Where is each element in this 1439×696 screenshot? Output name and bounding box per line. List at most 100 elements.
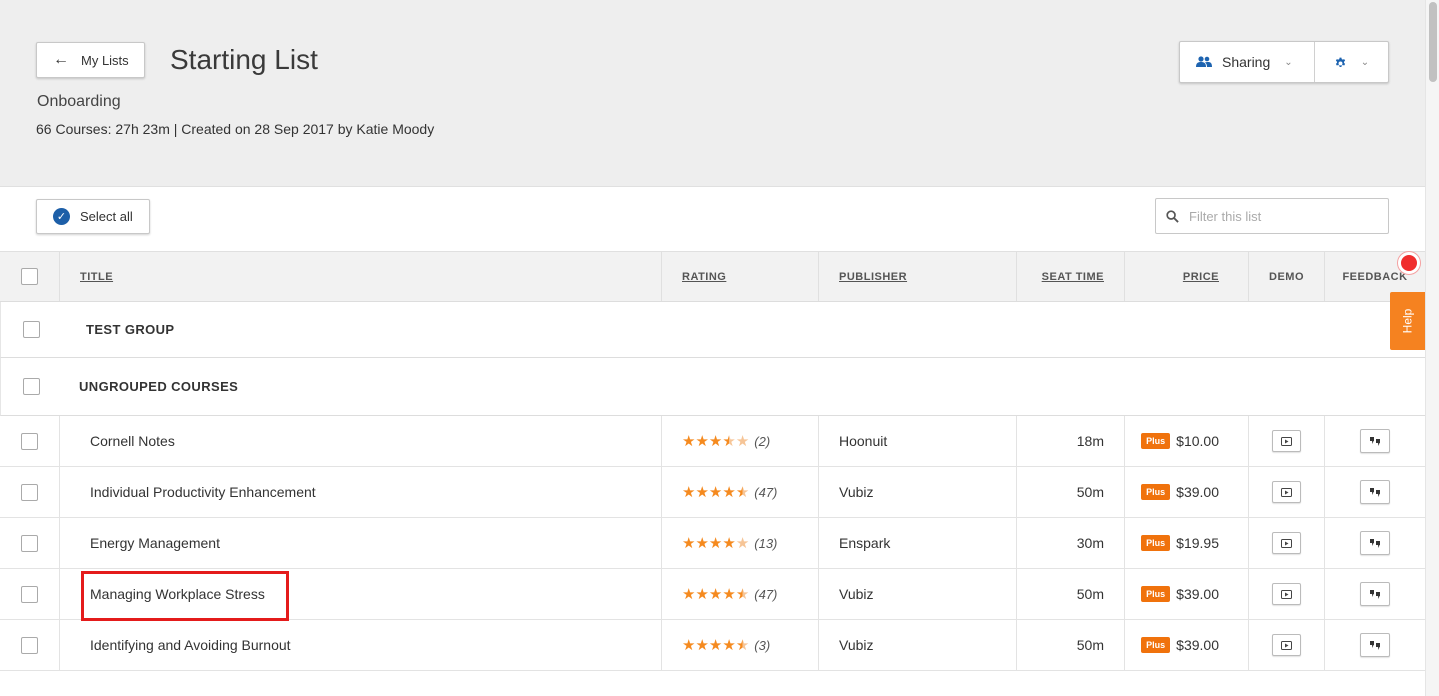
play-icon (1281, 436, 1292, 446)
star-icon: ★ (708, 484, 723, 501)
star-icon: ★ (682, 586, 696, 603)
record-indicator (1398, 252, 1420, 274)
seat-time-cell: 50m (1017, 620, 1125, 670)
star-icon: ★ (695, 535, 709, 552)
price-cell: Plus $39.00 (1125, 620, 1249, 670)
publisher-name: Hoonuit (839, 433, 888, 449)
demo-play-button[interactable] (1272, 430, 1301, 452)
column-header-price[interactable]: PRICE (1125, 252, 1249, 301)
back-to-my-lists-button[interactable]: ← My Lists (36, 42, 145, 78)
half-star-icon: ★ (722, 433, 736, 450)
star-icon: ★ (695, 484, 709, 501)
select-all-checkbox[interactable] (21, 268, 38, 285)
filter-input[interactable] (1189, 208, 1379, 224)
course-title[interactable]: Cornell Notes (90, 433, 175, 449)
arrow-left-icon: ← (53, 51, 69, 68)
plus-badge: Plus (1141, 484, 1171, 500)
feedback-button[interactable] (1360, 531, 1390, 555)
demo-play-button[interactable] (1272, 634, 1301, 656)
column-feedback-label: FEEDBACK (1342, 270, 1408, 283)
chevron-down-icon: ⌄ (1284, 56, 1293, 68)
filter-box (1155, 198, 1389, 234)
list-header: ← My Lists Starting List Onboarding 66 C… (0, 0, 1425, 187)
table-row[interactable]: Identifying and Avoiding Burnout ★★★★★ (3)… (0, 620, 1425, 671)
help-tab[interactable]: Help (1390, 292, 1425, 350)
feedback-cell (1325, 416, 1425, 466)
price-cell: Plus $10.00 (1125, 416, 1249, 466)
table-row[interactable]: Individual Productivity Enhancement ★★★★★… (0, 467, 1425, 518)
demo-cell (1249, 620, 1325, 670)
play-icon (1281, 589, 1292, 599)
column-header-title[interactable]: TITLE (60, 252, 662, 301)
rating-cell: ★★★★★ (3) (662, 620, 819, 670)
price-cell: Plus $39.00 (1125, 569, 1249, 619)
feedback-cell (1325, 620, 1425, 670)
seat-time-cell: 50m (1017, 569, 1125, 619)
row-checkbox-cell (0, 467, 60, 517)
price-value: $39.00 (1176, 637, 1219, 653)
course-title[interactable]: Managing Workplace Stress (90, 586, 265, 602)
course-title-cell: Energy Management (60, 518, 662, 568)
publisher-name: Enspark (839, 535, 891, 551)
rating-cell: ★★★★★ (47) (662, 467, 819, 517)
demo-play-button[interactable] (1272, 583, 1301, 605)
course-title[interactable]: Energy Management (90, 535, 220, 551)
group-label: UNGROUPED COURSES (79, 379, 239, 394)
demo-cell (1249, 467, 1325, 517)
plus-badge: Plus (1141, 535, 1171, 551)
price-value: $10.00 (1176, 433, 1219, 449)
select-all-label: Select all (80, 209, 133, 224)
check-circle-icon: ✓ (53, 208, 70, 225)
rating-stars: ★★★★★ (682, 636, 749, 654)
star-icon: ★ (722, 484, 736, 501)
column-price-label: PRICE (1182, 270, 1219, 283)
row-checkbox[interactable] (21, 534, 38, 552)
quote-icon (1369, 436, 1381, 446)
row-checkbox[interactable] (21, 585, 38, 603)
column-header-seat-time[interactable]: SEAT TIME (1017, 252, 1125, 301)
course-title-cell: Cornell Notes (60, 416, 662, 466)
course-title[interactable]: Identifying and Avoiding Burnout (90, 637, 291, 653)
column-rating-label: RATING (682, 270, 727, 283)
demo-cell (1249, 416, 1325, 466)
rating-cell: ★★★★★ (13) (662, 518, 819, 568)
group-checkbox[interactable] (22, 321, 40, 338)
seat-time: 50m (1076, 637, 1104, 653)
sharing-dropdown-button[interactable]: Sharing ⌄ (1180, 42, 1315, 82)
quote-icon (1369, 589, 1381, 599)
feedback-button[interactable] (1360, 582, 1390, 606)
row-checkbox[interactable] (21, 636, 38, 654)
table-row[interactable]: Managing Workplace Stress ★★★★★ (47) Vubiz 5… (0, 569, 1425, 620)
select-all-button[interactable]: ✓ Select all (36, 199, 150, 234)
group-checkbox[interactable] (22, 378, 40, 395)
page-scrollbar[interactable] (1425, 0, 1439, 696)
half-star-icon: ★ (735, 586, 750, 603)
column-seat-time-label: SEAT TIME (1041, 270, 1104, 283)
table-header: TITLE RATING PUBLISHER SEAT TIME PRICE D… (0, 251, 1425, 302)
star-icon: ★ (682, 535, 696, 552)
row-checkbox[interactable] (21, 432, 38, 450)
table-row[interactable]: Energy Management ★★★★★ (13) Enspark 30m Plus… (0, 518, 1425, 569)
feedback-button[interactable] (1360, 480, 1390, 504)
column-demo-label: DEMO (1269, 270, 1304, 283)
rating-cell: ★★★★★ (2) (662, 416, 819, 466)
settings-dropdown-button[interactable]: ⌄ (1315, 42, 1388, 82)
demo-play-button[interactable] (1272, 481, 1301, 503)
table-row[interactable]: Cornell Notes ★★★★★ (2) Hoonuit 18m Plus $10.0… (0, 416, 1425, 467)
quote-icon (1369, 640, 1381, 650)
feedback-button[interactable] (1360, 633, 1390, 657)
column-header-rating[interactable]: RATING (662, 252, 819, 301)
rating-stars: ★★★★★ (682, 585, 749, 603)
column-header-publisher[interactable]: PUBLISHER (819, 252, 1017, 301)
row-checkbox[interactable] (21, 483, 38, 501)
half-star-icon: ★ (735, 484, 750, 501)
play-icon (1281, 487, 1292, 497)
course-title[interactable]: Individual Productivity Enhancement (90, 484, 316, 500)
rating-stars: ★★★★★ (682, 483, 749, 501)
plus-badge: Plus (1141, 637, 1171, 653)
scrollbar-thumb[interactable] (1429, 2, 1437, 82)
demo-play-button[interactable] (1272, 532, 1301, 554)
feedback-button[interactable] (1360, 429, 1390, 453)
help-label: Help (1400, 308, 1415, 334)
feedback-cell (1325, 467, 1425, 517)
